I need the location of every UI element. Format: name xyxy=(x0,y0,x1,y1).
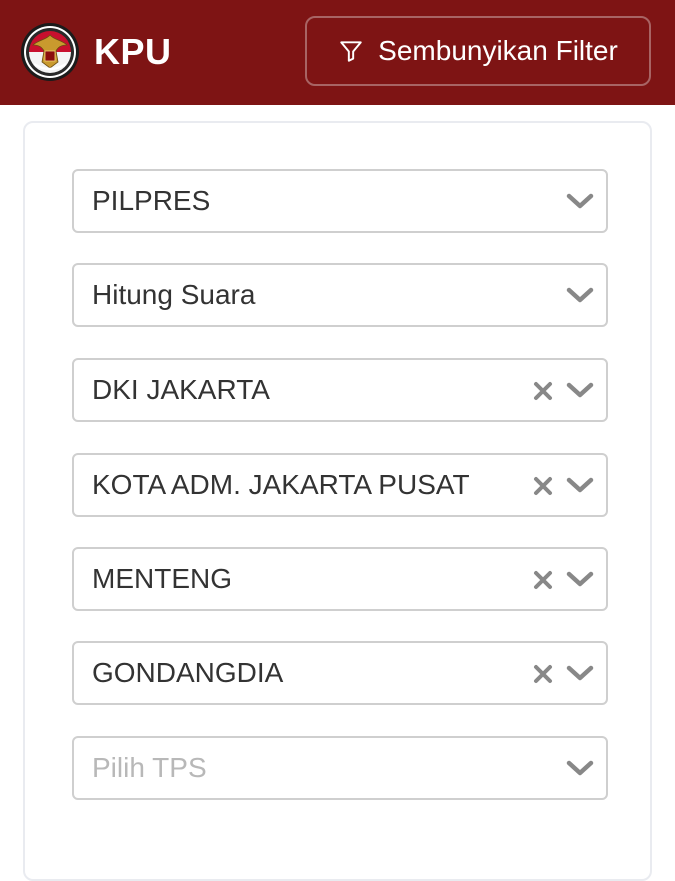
filter-funnel-icon xyxy=(340,41,362,62)
election-type-value: PILPRES xyxy=(92,185,211,216)
filter-panel: PILPRES Hitung Suara DKI JAKARTA KOTA AD… xyxy=(23,121,652,881)
election-type-select[interactable]: PILPRES xyxy=(72,169,608,233)
close-icon[interactable] xyxy=(532,380,554,402)
chevron-down-icon[interactable] xyxy=(566,659,594,687)
chevron-down-icon[interactable] xyxy=(566,565,594,593)
brand[interactable]: KPU xyxy=(20,22,172,82)
village-value: GONDANGDIA xyxy=(92,657,284,688)
chevron-down-icon[interactable] xyxy=(566,471,594,499)
close-icon[interactable] xyxy=(532,569,554,591)
village-select[interactable]: GONDANGDIA xyxy=(72,641,608,705)
data-type-select[interactable]: Hitung Suara xyxy=(72,263,608,327)
city-select[interactable]: KOTA ADM. JAKARTA PUSAT xyxy=(72,453,608,517)
kpu-logo-icon xyxy=(21,23,79,81)
district-select[interactable]: MENTENG xyxy=(72,547,608,611)
chevron-down-icon[interactable] xyxy=(566,187,594,215)
district-value: MENTENG xyxy=(92,563,232,594)
app-header: KPU Sembunyikan Filter xyxy=(0,0,675,105)
chevron-down-icon[interactable] xyxy=(566,376,594,404)
hide-filter-label: Sembunyikan Filter xyxy=(378,35,618,66)
brand-name: KPU xyxy=(94,31,172,72)
data-type-value: Hitung Suara xyxy=(92,279,256,310)
chevron-down-icon[interactable] xyxy=(566,754,594,782)
tps-placeholder: Pilih TPS xyxy=(92,752,207,783)
close-icon[interactable] xyxy=(532,475,554,497)
city-value: KOTA ADM. JAKARTA PUSAT xyxy=(92,469,470,500)
tps-select[interactable]: Pilih TPS xyxy=(72,736,608,800)
province-select[interactable]: DKI JAKARTA xyxy=(72,358,608,422)
close-icon[interactable] xyxy=(532,663,554,685)
hide-filter-button[interactable]: Sembunyikan Filter xyxy=(305,16,651,86)
province-value: DKI JAKARTA xyxy=(92,374,270,405)
chevron-down-icon[interactable] xyxy=(566,281,594,309)
